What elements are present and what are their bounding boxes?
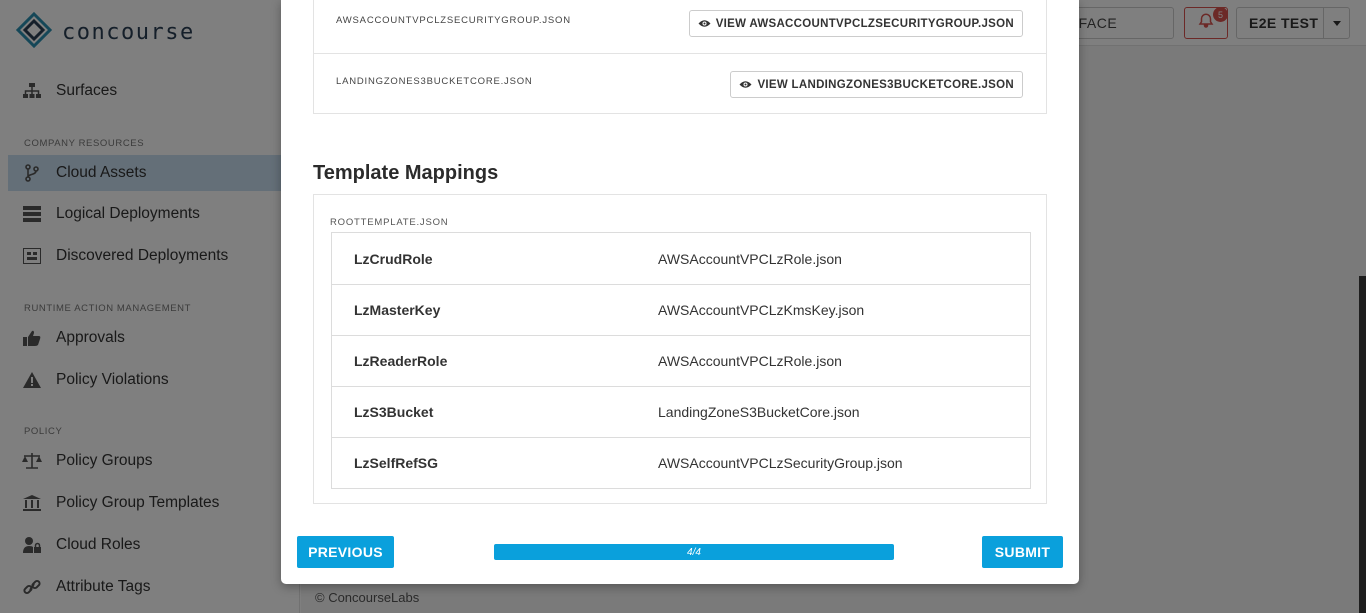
table-row: LzCrudRole AWSAccountVPCLzRole.json xyxy=(332,233,1030,284)
mapping-value: LandingZoneS3BucketCore.json xyxy=(658,404,860,420)
view-file-label: VIEW AWSACCOUNTVPCLZSECURITYGROUP.JSON xyxy=(715,17,1014,30)
view-file-label: VIEW LANDINGZONES3BUCKETCORE.JSON xyxy=(757,78,1014,91)
file-name: LANDINGZONES3BUCKETCORE.JSON xyxy=(336,76,533,87)
mapping-key: LzCrudRole xyxy=(354,250,433,267)
file-row: AWSACCOUNTVPCLZSECURITYGROUP.JSON VIEW A… xyxy=(314,0,1046,60)
table-row: LzMasterKey AWSAccountVPCLzKmsKey.json xyxy=(332,284,1030,335)
mapping-key: LzSelfRefSG xyxy=(354,455,439,471)
table-row: LzReaderRole AWSAccountVPCLzRole.json xyxy=(332,335,1030,386)
previous-button[interactable]: PREVIOUS xyxy=(297,536,394,568)
view-file-button[interactable]: VIEW AWSACCOUNTVPCLZSECURITYGROUP.JSON xyxy=(688,10,1023,37)
wizard-progress-bar: 4/4 xyxy=(494,544,894,560)
template-files-list: AWSACCOUNTVPCLZSECURITYGROUP.JSON VIEW A… xyxy=(313,0,1047,114)
file-row: LANDINGZONES3BUCKETCORE.JSON VIEW LANDIN… xyxy=(314,53,1046,113)
template-mappings-panel: ROOTTEMPLATE.JSON LzCrudRole AWSAccountV… xyxy=(313,194,1047,504)
mapping-key: LzReaderRole xyxy=(354,353,448,369)
mapping-value: AWSAccountVPCLzRole.json xyxy=(658,250,842,267)
view-file-button[interactable]: VIEW LANDINGZONES3BUCKETCORE.JSON xyxy=(730,71,1023,98)
mapping-value: AWSAccountVPCLzKmsKey.json xyxy=(658,302,865,318)
eye-icon xyxy=(739,80,752,89)
root-template-label: ROOTTEMPLATE.JSON xyxy=(330,217,449,228)
mapping-key: LzS3Bucket xyxy=(354,404,434,420)
table-row: LzS3Bucket LandingZoneS3BucketCore.json xyxy=(332,386,1030,437)
file-name: AWSACCOUNTVPCLZSECURITYGROUP.JSON xyxy=(336,15,571,26)
template-mappings-title: Template Mappings xyxy=(313,162,499,184)
table-row: LzSelfRefSG AWSAccountVPCLzSecurityGroup… xyxy=(332,437,1030,488)
mapping-value: AWSAccountVPCLzRole.json xyxy=(658,353,842,369)
mapping-value: AWSAccountVPCLzSecurityGroup.json xyxy=(658,455,903,471)
mappings-table: LzCrudRole AWSAccountVPCLzRole.json LzMa… xyxy=(331,232,1031,489)
wizard-modal: AWSACCOUNTVPCLZSECURITYGROUP.JSON VIEW A… xyxy=(281,0,1079,584)
eye-icon xyxy=(698,19,711,28)
submit-button[interactable]: SUBMIT xyxy=(982,536,1063,568)
progress-text: 4/4 xyxy=(687,546,701,558)
mapping-key: LzMasterKey xyxy=(354,302,441,318)
